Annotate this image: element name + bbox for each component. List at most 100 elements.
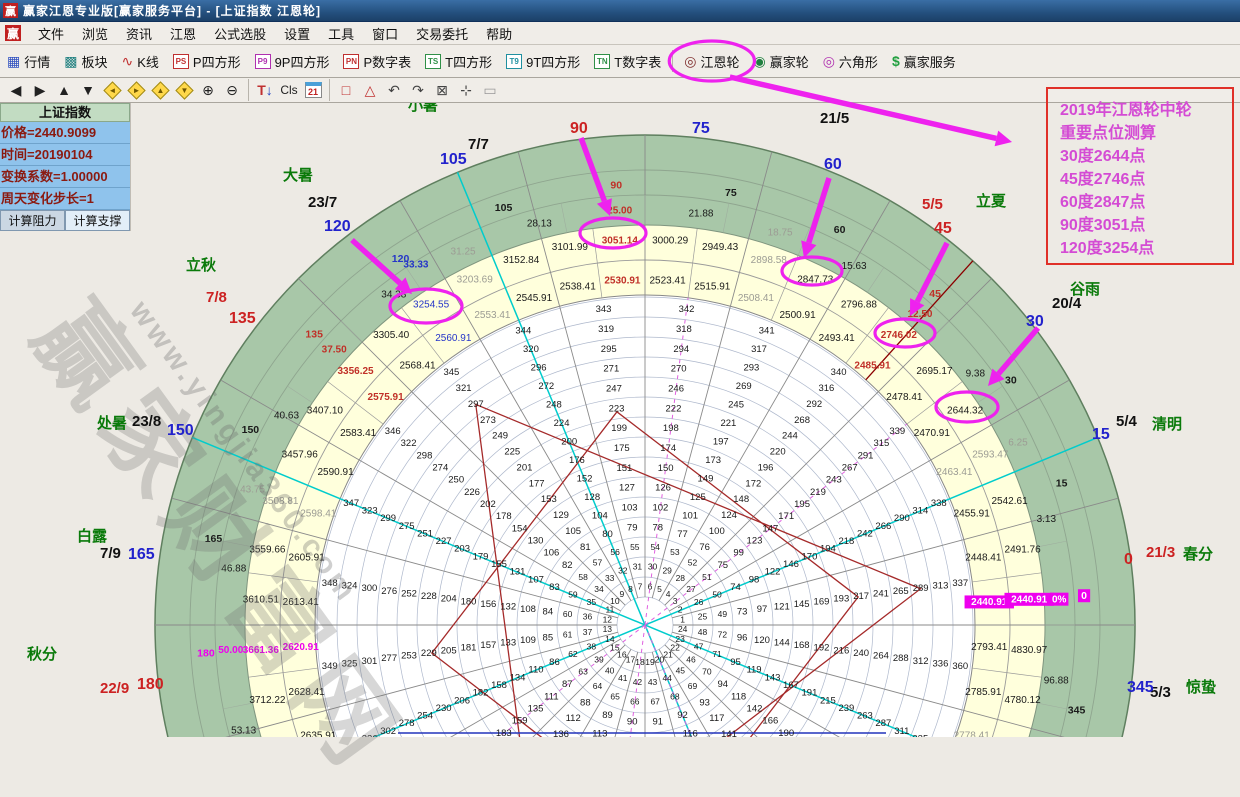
menu-item-3[interactable]: 江恩 xyxy=(161,22,205,45)
svg-text:96: 96 xyxy=(737,632,748,643)
svg-text:118: 118 xyxy=(731,691,746,702)
toolbar-button-K线[interactable]: ∿K线 xyxy=(115,49,166,74)
tdown-icon[interactable]: T↓ xyxy=(254,80,276,100)
svg-text:1: 1 xyxy=(680,614,685,624)
svg-text:218: 218 xyxy=(838,536,854,547)
svg-text:3661.36: 3661.36 xyxy=(243,645,280,656)
svg-text:241: 241 xyxy=(873,588,889,599)
rotr-icon[interactable]: ↷ xyxy=(407,80,429,100)
svg-text:227: 227 xyxy=(436,536,452,547)
next-icon[interactable]: ▶ xyxy=(29,80,51,100)
svg-text:2778.41: 2778.41 xyxy=(954,731,991,737)
toolbar-button-行情[interactable]: ▦行情 xyxy=(0,49,57,74)
fit-icon[interactable]: ⊹ xyxy=(455,80,477,100)
annotation-line-5: 90度3051点 xyxy=(1060,214,1232,237)
menu-item-0[interactable]: 文件 xyxy=(29,22,73,45)
svg-text:219: 219 xyxy=(810,487,826,498)
down-icon[interactable]: ▼ xyxy=(77,80,99,100)
svg-text:181: 181 xyxy=(461,643,477,654)
rotl-icon[interactable]: ↶ xyxy=(383,80,405,100)
svg-text:102: 102 xyxy=(652,503,668,514)
calendar-icon[interactable]: 21 xyxy=(302,80,324,100)
svg-text:2575.91: 2575.91 xyxy=(368,392,405,403)
menu-item-6[interactable]: 工具 xyxy=(319,22,363,45)
toolbar-button-T数字表[interactable]: TNT数字表 xyxy=(587,49,668,74)
svg-text:343: 343 xyxy=(596,304,612,315)
svg-text:2542.61: 2542.61 xyxy=(991,496,1028,507)
svg-text:2644.32: 2644.32 xyxy=(947,406,984,417)
toolbar-button-9T四方形[interactable]: T99T四方形 xyxy=(499,49,587,74)
svg-text:175: 175 xyxy=(614,443,630,454)
wheel-outer-label: 345 xyxy=(1127,679,1154,697)
svg-text:199: 199 xyxy=(611,423,627,434)
menu-item-2[interactable]: 资讯 xyxy=(117,22,161,45)
zoomin-icon[interactable]: ⊕ xyxy=(197,80,219,100)
menu-item-5[interactable]: 设置 xyxy=(275,22,319,45)
up-icon[interactable]: ▲ xyxy=(53,80,75,100)
svg-text:2593.47: 2593.47 xyxy=(972,449,1009,460)
toolbar-button-P四方形[interactable]: PSP四方形 xyxy=(166,49,248,74)
svg-text:43: 43 xyxy=(648,677,658,687)
zoomout-icon[interactable]: ⊖ xyxy=(221,80,243,100)
svg-text:67: 67 xyxy=(650,697,660,707)
svg-text:296: 296 xyxy=(531,363,547,374)
toolbar-button-P数字表[interactable]: PNP数字表 xyxy=(336,49,418,74)
prev-icon[interactable]: ◀ xyxy=(5,80,27,100)
svg-text:268: 268 xyxy=(794,415,810,426)
svg-text:3000.29: 3000.29 xyxy=(652,235,689,246)
boxx-icon[interactable]: ⊠ xyxy=(431,80,453,100)
wheel-outer-label: 20/4 xyxy=(1052,295,1081,312)
toolbar-button-T四方形[interactable]: TST四方形 xyxy=(418,49,499,74)
menu-item-4[interactable]: 公式选股 xyxy=(205,22,275,45)
svg-text:34: 34 xyxy=(594,584,604,594)
svg-text:2620.91: 2620.91 xyxy=(283,642,320,653)
wheel-outer-label: 白露 xyxy=(77,525,107,546)
dup-icon[interactable]: ▲ xyxy=(149,80,171,100)
svg-text:18: 18 xyxy=(635,657,645,667)
bigwheel-icon: ◉ xyxy=(753,54,765,68)
square-icon[interactable]: □ xyxy=(335,80,357,100)
svg-text:2898.58: 2898.58 xyxy=(751,255,788,266)
toolbar-button-板块[interactable]: ▩板块 xyxy=(57,49,114,74)
panel-field-1: 时间=20190104 xyxy=(0,144,130,166)
dleft-icon[interactable]: ◄ xyxy=(101,80,123,100)
toolbar-button-赢家轮[interactable]: ◉赢家轮 xyxy=(746,49,815,74)
toolbar-button-六角形[interactable]: ◎六角形 xyxy=(816,49,885,74)
svg-text:3610.51: 3610.51 xyxy=(243,594,280,605)
ddown-icon[interactable]: ▼ xyxy=(173,80,195,100)
screen-icon[interactable]: ▭ xyxy=(479,80,501,100)
wheel-outer-label: 21/5 xyxy=(820,110,849,127)
svg-text:276: 276 xyxy=(381,586,397,597)
dright-icon[interactable]: ► xyxy=(125,80,147,100)
svg-text:203: 203 xyxy=(454,544,470,555)
svg-text:22: 22 xyxy=(670,642,680,652)
cls-icon[interactable]: Cls xyxy=(278,80,300,100)
wheel-icon: ◎ xyxy=(684,54,696,68)
toolbar-button-江恩轮[interactable]: ◎江恩轮 xyxy=(677,49,746,74)
svg-text:2598.41: 2598.41 xyxy=(300,509,337,520)
svg-text:100: 100 xyxy=(709,526,725,537)
panel-button-0[interactable]: 计算阻力 xyxy=(0,210,65,231)
menu-item-8[interactable]: 交易委托 xyxy=(407,22,477,45)
svg-text:77: 77 xyxy=(677,529,688,540)
svg-text:99: 99 xyxy=(733,548,744,559)
svg-text:269: 269 xyxy=(736,381,752,392)
wheel-outer-label: 120 xyxy=(324,218,351,236)
svg-text:78: 78 xyxy=(653,522,664,533)
menu-item-7[interactable]: 窗口 xyxy=(363,22,407,45)
panel-button-1[interactable]: 计算支撑 xyxy=(65,210,130,231)
svg-text:7: 7 xyxy=(638,582,643,592)
triangle-icon[interactable]: △ xyxy=(359,80,381,100)
menu-item-1[interactable]: 浏览 xyxy=(73,22,117,45)
toolbar-button-赢家服务[interactable]: $赢家服务 xyxy=(885,49,963,74)
panel-field-3: 周天变化步长=1 xyxy=(0,188,130,210)
menu-item-9[interactable]: 帮助 xyxy=(477,22,521,45)
svg-text:312: 312 xyxy=(913,656,929,667)
svg-text:133: 133 xyxy=(500,638,516,649)
annotation-line-6: 120度3254点 xyxy=(1060,237,1232,260)
svg-text:335: 335 xyxy=(912,734,928,737)
toolbar-button-9P四方形[interactable]: P99P四方形 xyxy=(248,49,337,74)
svg-text:288: 288 xyxy=(893,653,909,664)
svg-text:26: 26 xyxy=(694,597,704,607)
svg-text:167: 167 xyxy=(783,680,799,691)
